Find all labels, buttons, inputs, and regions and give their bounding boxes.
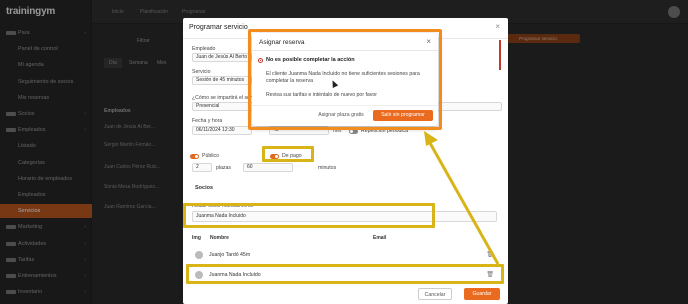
save-button[interactable]: Guardar — [464, 288, 500, 300]
table-row: Juanjo Tardó 45m 🗑 — [195, 249, 498, 261]
table-header-name: Nombre — [210, 235, 229, 241]
public-toggle[interactable] — [190, 154, 199, 159]
datetime-label: Fecha y hora — [192, 118, 223, 124]
places-label: plazas — [216, 165, 231, 171]
table-header-img: Img — [192, 235, 201, 241]
minutes-label: minutos — [318, 165, 337, 171]
public-label: Público — [202, 153, 220, 159]
table-header-email: Email — [373, 235, 387, 241]
close-icon[interactable]: × — [495, 22, 500, 31]
cancel-button[interactable]: Cancelar — [418, 288, 452, 300]
member-name: Juanjo Tardó 45m — [209, 252, 251, 258]
highlight-paid-toggle — [262, 146, 314, 162]
highlight-member-row — [186, 264, 504, 284]
highlight-add-member — [183, 203, 435, 228]
service-label: Servicio — [192, 69, 211, 75]
employee-label: Empleado — [192, 46, 216, 52]
datetime-input[interactable]: 06/11/2024 12:30 — [192, 126, 252, 135]
trash-icon[interactable]: 🗑 — [486, 251, 494, 258]
info-accent-bar — [499, 40, 501, 70]
avatar — [195, 251, 203, 259]
modal-title: Programar servicio — [189, 24, 248, 31]
places-input[interactable]: 2 — [192, 163, 212, 172]
minutes-input[interactable]: 60 — [243, 163, 293, 172]
highlight-reservation-modal — [248, 29, 442, 130]
service-select[interactable]: Sesión de 45 minutos — [192, 76, 252, 85]
members-section-title: Socios — [195, 185, 214, 191]
employee-select[interactable]: Juan de Jesús Al Berto — [192, 53, 252, 62]
